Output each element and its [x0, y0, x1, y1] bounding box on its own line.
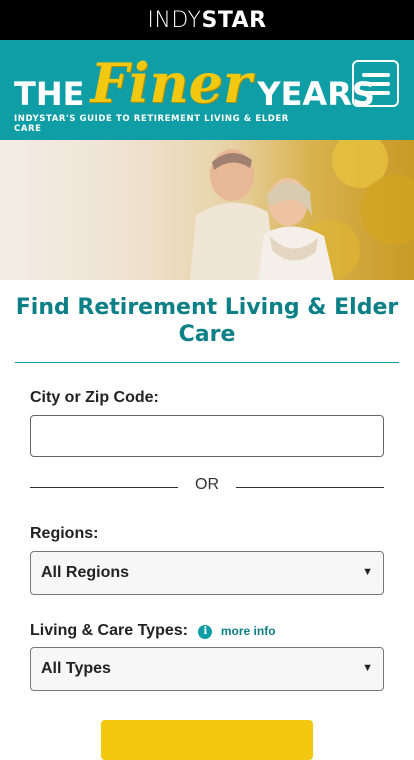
- hero-illustration: [190, 140, 414, 280]
- menu-bar-bottom: [361, 90, 390, 95]
- indystar-topbar: INDYSTAR: [0, 0, 414, 40]
- dropdown-arrow-icon: ▼: [362, 662, 373, 674]
- more-info-link[interactable]: more info: [221, 624, 276, 638]
- regions-label: Regions:: [30, 525, 99, 542]
- regions-selected-value: All Regions: [41, 564, 130, 581]
- city-zip-label: City or Zip Code:: [30, 389, 159, 406]
- dropdown-arrow-icon: ▼: [362, 566, 373, 578]
- brand-indy: INDY: [147, 7, 202, 33]
- menu-bar-top: [361, 72, 390, 77]
- title-divider: [15, 362, 399, 363]
- or-text: OR: [195, 476, 219, 493]
- info-icon[interactable]: i: [198, 624, 213, 639]
- or-separator: OR: [30, 476, 384, 496]
- page-title: Find Retirement Living & Elder Care: [15, 295, 399, 347]
- brand-star: STAR: [201, 7, 267, 33]
- logo-finer: Finer: [90, 51, 252, 115]
- types-label: Living & Care Types:: [30, 622, 188, 639]
- hero-photo-senior-couple: [0, 140, 414, 280]
- search-button[interactable]: [101, 720, 313, 760]
- logo-the: THE: [14, 75, 85, 113]
- types-selected-value: All Types: [41, 660, 111, 677]
- types-select[interactable]: All Types ▼: [30, 647, 384, 691]
- city-zip-input[interactable]: [31, 416, 383, 456]
- regions-select[interactable]: All Regions ▼: [30, 551, 384, 595]
- hamburger-menu-icon[interactable]: [352, 60, 399, 107]
- city-zip-field: [30, 415, 384, 457]
- finer-years-logo[interactable]: THE Finer YEARS INDYSTAR'S GUIDE TO RETI…: [14, 51, 375, 134]
- types-label-row: Living & Care Types: i more info: [30, 622, 276, 640]
- site-header: THE Finer YEARS INDYSTAR'S GUIDE TO RETI…: [0, 40, 414, 140]
- logo-tagline: INDYSTAR'S GUIDE TO RETIREMENT LIVING & …: [14, 114, 289, 134]
- menu-bar-middle: [361, 81, 390, 86]
- indystar-logo[interactable]: INDYSTAR: [147, 8, 266, 33]
- or-line-right: [236, 487, 384, 488]
